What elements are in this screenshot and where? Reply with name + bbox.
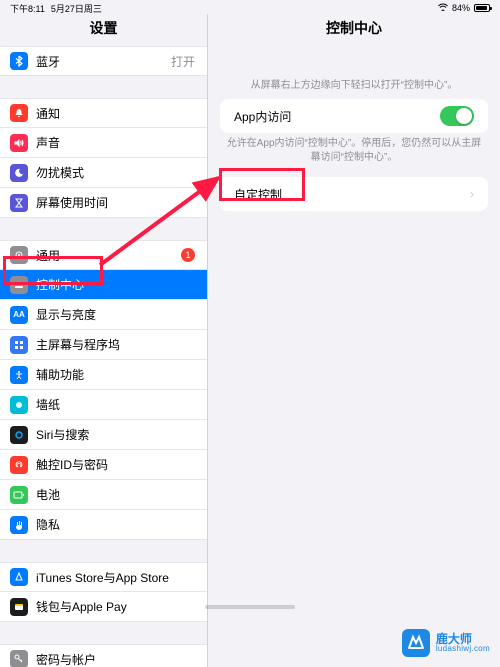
sidebar-item-sound[interactable]: 声音	[0, 128, 207, 158]
sidebar-item-dnd[interactable]: 勿扰模式	[0, 158, 207, 188]
bell-icon	[10, 104, 28, 122]
sidebar-item-display[interactable]: AA 显示与亮度	[0, 300, 207, 330]
sidebar-item-bluetooth[interactable]: 蓝牙 打开	[0, 46, 207, 76]
sidebar-item-label: 密码与帐户	[36, 651, 195, 667]
sidebar-item-label: 辅助功能	[36, 366, 195, 383]
sidebar-item-privacy[interactable]: 隐私	[0, 510, 207, 540]
battery-icon	[474, 4, 490, 12]
wifi-icon	[438, 3, 448, 13]
row-label: App内访问	[234, 108, 440, 125]
sidebar-item-accessibility[interactable]: 辅助功能	[0, 360, 207, 390]
sidebar-item-label: 主屏幕与程序坞	[36, 336, 195, 353]
sidebar-item-itunes[interactable]: iTunes Store与App Store	[0, 562, 207, 592]
flower-icon	[10, 396, 28, 414]
toggle-switch[interactable]	[440, 106, 474, 126]
switches-icon	[10, 276, 28, 294]
fingerprint-icon	[10, 456, 28, 474]
sidebar-item-label: 屏幕使用时间	[36, 194, 195, 211]
grid-icon	[10, 336, 28, 354]
sidebar-item-control-center[interactable]: 控制中心	[0, 270, 207, 300]
settings-sidebar[interactable]: 设置 蓝牙 打开 通知 声音 勿扰模式	[0, 0, 208, 667]
sidebar-item-label: 触控ID与密码	[36, 456, 195, 473]
watermark: 鹿大师 ludashiwj.com	[402, 629, 490, 657]
sidebar-item-label: 墙纸	[36, 396, 195, 413]
status-bar: 下午8:11 5月27日周三 84%	[0, 0, 500, 14]
hourglass-icon	[10, 194, 28, 212]
sidebar-item-label: 钱包与Apple Pay	[36, 598, 195, 615]
appstore-icon	[10, 568, 28, 586]
bluetooth-icon	[10, 52, 28, 70]
watermark-url: ludashiwj.com	[436, 645, 490, 653]
row-label: 自定控制	[234, 186, 470, 203]
badge-count: 1	[181, 248, 195, 262]
detail-pane: 控制中心 从屏幕右上方边缘向下轻扫以打开“控制中心”。 App内访问 允许在Ap…	[208, 0, 500, 667]
sidebar-item-battery[interactable]: 电池	[0, 480, 207, 510]
sidebar-item-label: iTunes Store与App Store	[36, 569, 195, 586]
sidebar-item-accounts[interactable]: 密码与帐户	[0, 644, 207, 667]
moon-icon	[10, 164, 28, 182]
swipe-hint: 从屏幕右上方边缘向下轻扫以打开“控制中心”。	[208, 46, 500, 99]
sidebar-item-label: 通知	[36, 105, 195, 122]
sidebar-item-label: 蓝牙	[36, 53, 171, 70]
sidebar-item-label: 通用	[36, 247, 181, 264]
sidebar-item-label: 显示与亮度	[36, 306, 195, 323]
sidebar-item-wallpaper[interactable]: 墙纸	[0, 390, 207, 420]
sidebar-item-label: 电池	[36, 486, 195, 503]
sidebar-item-general[interactable]: 通用 1	[0, 240, 207, 270]
chevron-right-icon: ›	[470, 187, 474, 201]
status-time: 下午8:11	[10, 2, 45, 15]
bluetooth-status: 打开	[171, 53, 195, 70]
sidebar-item-notifications[interactable]: 通知	[0, 98, 207, 128]
sidebar-item-siri[interactable]: Siri与搜索	[0, 420, 207, 450]
sidebar-item-label: 隐私	[36, 516, 195, 533]
sidebar-item-label: Siri与搜索	[36, 426, 195, 443]
accessibility-icon	[10, 366, 28, 384]
sidebar-item-screentime[interactable]: 屏幕使用时间	[0, 188, 207, 218]
home-indicator	[205, 605, 295, 609]
row-customize[interactable]: 自定控制 ›	[220, 177, 488, 211]
speaker-icon	[10, 134, 28, 152]
battery-percent: 84%	[452, 3, 470, 13]
sidebar-item-label: 勿扰模式	[36, 164, 195, 181]
app-access-footnote: 允许在App内访问“控制中心”。停用后，您仍然可以从主屏幕访问“控制中心”。	[208, 133, 500, 177]
text-size-icon: AA	[10, 306, 28, 324]
siri-icon	[10, 426, 28, 444]
sidebar-item-label: 控制中心	[36, 276, 195, 293]
battery-menu-icon	[10, 486, 28, 504]
sidebar-item-home[interactable]: 主屏幕与程序坞	[0, 330, 207, 360]
status-date: 5月27日周三	[51, 2, 102, 15]
watermark-logo-icon	[402, 629, 430, 657]
hand-icon	[10, 516, 28, 534]
gear-icon	[10, 246, 28, 264]
sidebar-item-touchid[interactable]: 触控ID与密码	[0, 450, 207, 480]
row-app-access[interactable]: App内访问	[220, 99, 488, 133]
wallet-icon	[10, 598, 28, 616]
sidebar-item-wallet[interactable]: 钱包与Apple Pay	[0, 592, 207, 622]
sidebar-item-label: 声音	[36, 134, 195, 151]
key-icon	[10, 650, 28, 667]
